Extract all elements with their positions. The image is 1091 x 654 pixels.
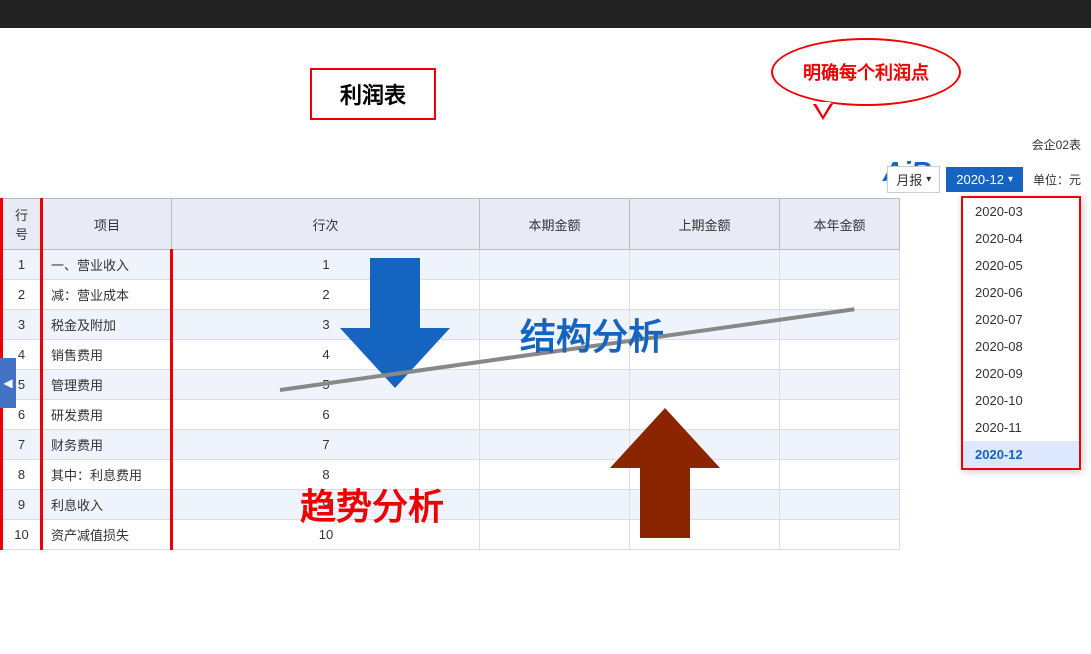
top-bar <box>0 0 1091 28</box>
row-amount-1 <box>630 250 780 280</box>
row-amount-2 <box>780 520 900 550</box>
row-item: 管理费用 <box>42 370 172 400</box>
col-header-1: 项目 <box>42 199 172 250</box>
table-row: 9利息收入9 <box>2 490 900 520</box>
row-amount-2 <box>780 250 900 280</box>
dropdown-item[interactable]: 2020-04 <box>963 225 1079 252</box>
dropdown-item[interactable]: 2020-07 <box>963 306 1079 333</box>
row-amount-2 <box>780 460 900 490</box>
col-header-4: 上期金额 <box>630 199 780 250</box>
row-id: 9 <box>2 490 42 520</box>
row-amount-0 <box>480 280 630 310</box>
table-row: 5管理费用5 <box>2 370 900 400</box>
table-header: 行号项目行次本期金额上期金额本年金额 <box>2 199 900 250</box>
table-area: 行号项目行次本期金额上期金额本年金额 1一、营业收入12减：营业成本23税金及附… <box>0 198 1091 654</box>
speech-bubble: 明确每个利润点 <box>771 38 961 106</box>
row-amount-0 <box>480 490 630 520</box>
row-seq: 7 <box>172 430 480 460</box>
row-amount-0 <box>480 430 630 460</box>
row-item: 财务费用 <box>42 430 172 460</box>
row-amount-2 <box>780 490 900 520</box>
row-id: 1 <box>2 250 42 280</box>
row-amount-2 <box>780 370 900 400</box>
period-value-select[interactable]: 2020-12 ▾ <box>946 167 1023 192</box>
row-amount-0 <box>480 370 630 400</box>
row-id: 7 <box>2 430 42 460</box>
dropdown-item[interactable]: 2020-05 <box>963 252 1079 279</box>
period-dropdown[interactable]: 2020-032020-042020-052020-062020-072020-… <box>961 196 1081 470</box>
row-amount-2 <box>780 280 900 310</box>
row-amount-2 <box>780 400 900 430</box>
col-header-2: 行次 <box>172 199 480 250</box>
row-amount-2 <box>780 310 900 340</box>
row-amount-0 <box>480 460 630 490</box>
orange-up-arrow <box>610 408 720 538</box>
row-amount-2 <box>780 340 900 370</box>
row-seq: 6 <box>172 400 480 430</box>
page-title: 利润表 <box>340 83 406 108</box>
table-row: 10资产减值损失10 <box>2 520 900 550</box>
row-item: 销售费用 <box>42 340 172 370</box>
period-type-chevron: ▾ <box>926 174 931 185</box>
row-item: 研发费用 <box>42 400 172 430</box>
dropdown-item[interactable]: 2020-09 <box>963 360 1079 387</box>
row-amount-0 <box>480 520 630 550</box>
dropdown-item[interactable]: 2020-10 <box>963 387 1079 414</box>
bubble-text: 明确每个利润点 <box>803 59 929 85</box>
row-item: 减：营业成本 <box>42 280 172 310</box>
period-value-chevron: ▾ <box>1008 174 1013 185</box>
row-item: 资产减值损失 <box>42 520 172 550</box>
dropdown-item[interactable]: 2020-03 <box>963 198 1079 225</box>
dropdown-item[interactable]: 2020-11 <box>963 414 1079 441</box>
table-row: 6研发费用6 <box>2 400 900 430</box>
table-row: 7财务费用7 <box>2 430 900 460</box>
dropdown-item[interactable]: 2020-12 <box>963 441 1079 468</box>
row-item: 税金及附加 <box>42 310 172 340</box>
period-type-select[interactable]: 月报 ▾ <box>887 166 940 193</box>
row-amount-1 <box>630 280 780 310</box>
row-amount-1 <box>630 370 780 400</box>
row-id: 2 <box>2 280 42 310</box>
controls-bar: 月报 ▾ 2020-12 ▾ 单位：元 <box>887 166 1081 193</box>
qushi-label: 趋势分析 <box>300 478 444 530</box>
row-id: 8 <box>2 460 42 490</box>
row-item: 其中：利息费用 <box>42 460 172 490</box>
profit-table: 行号项目行次本期金额上期金额本年金额 1一、营业收入12减：营业成本23税金及附… <box>0 198 900 550</box>
col-header-5: 本年金额 <box>780 199 900 250</box>
row-id: 10 <box>2 520 42 550</box>
table-row: 2减：营业成本2 <box>2 280 900 310</box>
main-content: 明确每个利润点 利润表 AiR 会企02表 月报 ▾ 2020-12 ▾ 单位：… <box>0 28 1091 654</box>
title-box: 利润表 <box>310 68 436 120</box>
collapse-button[interactable]: ◀ <box>0 358 16 408</box>
dropdown-item[interactable]: 2020-08 <box>963 333 1079 360</box>
jiegou-label: 结构分析 <box>520 308 664 360</box>
unit-label: 单位：元 <box>1033 171 1081 188</box>
table-row: 3税金及附加3 <box>2 310 900 340</box>
company-label: 会企02表 <box>1032 136 1081 153</box>
table-row: 8其中：利息费用8 <box>2 460 900 490</box>
row-item: 利息收入 <box>42 490 172 520</box>
row-amount-2 <box>780 430 900 460</box>
row-item: 一、营业收入 <box>42 250 172 280</box>
table-row: 1一、营业收入1 <box>2 250 900 280</box>
row-id: 3 <box>2 310 42 340</box>
dropdown-item[interactable]: 2020-06 <box>963 279 1079 306</box>
row-amount-0 <box>480 400 630 430</box>
col-header-0: 行号 <box>2 199 42 250</box>
row-amount-0 <box>480 250 630 280</box>
col-header-3: 本期金额 <box>480 199 630 250</box>
